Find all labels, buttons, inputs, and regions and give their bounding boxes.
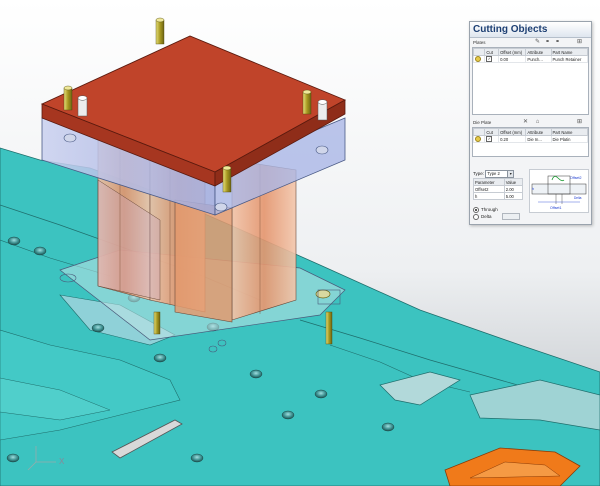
cut-checkbox[interactable]: ✓	[486, 136, 493, 142]
panel-title: Cutting Objects	[470, 22, 591, 38]
col-cut: Cut	[484, 48, 500, 56]
die-header: Die Plate ✕ ⌂ ⊞	[470, 118, 591, 127]
plates-table[interactable]: Cut Offset (mm) Attribute Part Name ✓ 0.…	[472, 47, 589, 115]
cut-checkbox[interactable]: ✓	[486, 56, 493, 62]
attribute-cell: Die In...	[525, 135, 552, 143]
plates-label: Plates	[473, 40, 486, 45]
param-name: h	[473, 192, 505, 200]
param-name: Offset2	[473, 185, 505, 193]
type-value: Type 2	[487, 171, 500, 176]
die-table-header: Cut Offset (mm) Attribute Part Name	[472, 128, 588, 136]
col-part-name: Part Name	[550, 128, 588, 136]
part-name-cell: Die Platin	[550, 135, 588, 143]
visibility-bulb-icon[interactable]	[475, 136, 481, 142]
visibility-bulb-icon[interactable]	[475, 56, 481, 62]
param-value-input[interactable]: 2.00	[503, 185, 524, 193]
col-cut: Cut	[484, 128, 500, 136]
param-header-value: Value	[503, 178, 524, 186]
offset-cell[interactable]: 0.20	[498, 135, 527, 143]
delta-radio[interactable]	[473, 213, 479, 220]
die-table[interactable]: Cut Offset (mm) Attribute Part Name ✓ 0.…	[472, 127, 589, 157]
delta-option[interactable]: Delta	[473, 213, 520, 221]
svg-text:Offset2: Offset2	[570, 176, 582, 180]
table-row[interactable]: h 5.00	[473, 192, 524, 200]
offset-cell[interactable]: 0.00	[498, 55, 527, 63]
type-label: Type:	[473, 171, 485, 177]
table-row[interactable]: ✓ 0.00 Punch... Punch Retainer	[472, 55, 588, 63]
type-select[interactable]: Type 2 ▾	[485, 170, 515, 178]
svg-text:Offset1: Offset1	[550, 206, 562, 210]
die-plate-label: Die Plate	[473, 120, 492, 125]
param-value-input[interactable]: 5.00	[503, 192, 524, 200]
link-icon[interactable]: ⚭	[544, 39, 551, 46]
svg-text:h: h	[532, 187, 534, 191]
add-part-icon[interactable]: ⊞	[576, 39, 583, 46]
through-label: Through	[481, 207, 498, 212]
col-offset: Offset (mm)	[498, 48, 527, 56]
attribute-cell: Punch...	[525, 55, 552, 63]
delete-icon[interactable]: ✕	[522, 119, 529, 126]
plates-table-header: Cut Offset (mm) Attribute Part Name	[472, 48, 588, 56]
col-attribute: Attribute	[525, 48, 552, 56]
up-icon[interactable]: ⌂	[534, 119, 541, 126]
param-header-name: Parameter	[473, 178, 505, 186]
axis-x-label: X	[59, 457, 65, 466]
col-offset: Offset (mm)	[498, 128, 527, 136]
table-row[interactable]: ✓ 0.20 Die In... Die Platin	[472, 135, 588, 143]
add-part-icon[interactable]: ⊞	[576, 119, 583, 126]
col-attribute: Attribute	[525, 128, 552, 136]
cut-type-diagram: Offset2 h Offset1 Delta	[529, 169, 589, 213]
link-icon[interactable]: ⚭	[554, 39, 561, 46]
pencil-icon[interactable]: ✎	[534, 39, 541, 46]
through-option[interactable]: Through	[473, 206, 520, 213]
parameter-table[interactable]: Parameter Value Offset2 2.00 h 5.00	[473, 178, 524, 200]
mode-radios: Through Delta	[473, 206, 520, 221]
chevron-down-icon[interactable]: ▾	[507, 171, 514, 177]
svg-text:Delta: Delta	[574, 196, 582, 200]
type-row: Type: Type 2 ▾	[473, 170, 515, 178]
plates-header: Plates ✎ ⚭ ⚭ ⊞	[470, 38, 591, 47]
cutting-objects-panel[interactable]: Cutting Objects Plates ✎ ⚭ ⚭ ⊞ Cut Offse…	[469, 21, 592, 225]
part-name-cell: Punch Retainer	[550, 55, 588, 63]
col-part-name: Part Name	[550, 48, 588, 56]
light-column	[472, 128, 486, 136]
through-radio[interactable]	[473, 206, 479, 213]
light-column	[472, 48, 486, 56]
delta-input	[501, 213, 520, 221]
delta-label: Delta	[481, 214, 492, 219]
table-row[interactable]: Offset2 2.00	[473, 185, 524, 193]
